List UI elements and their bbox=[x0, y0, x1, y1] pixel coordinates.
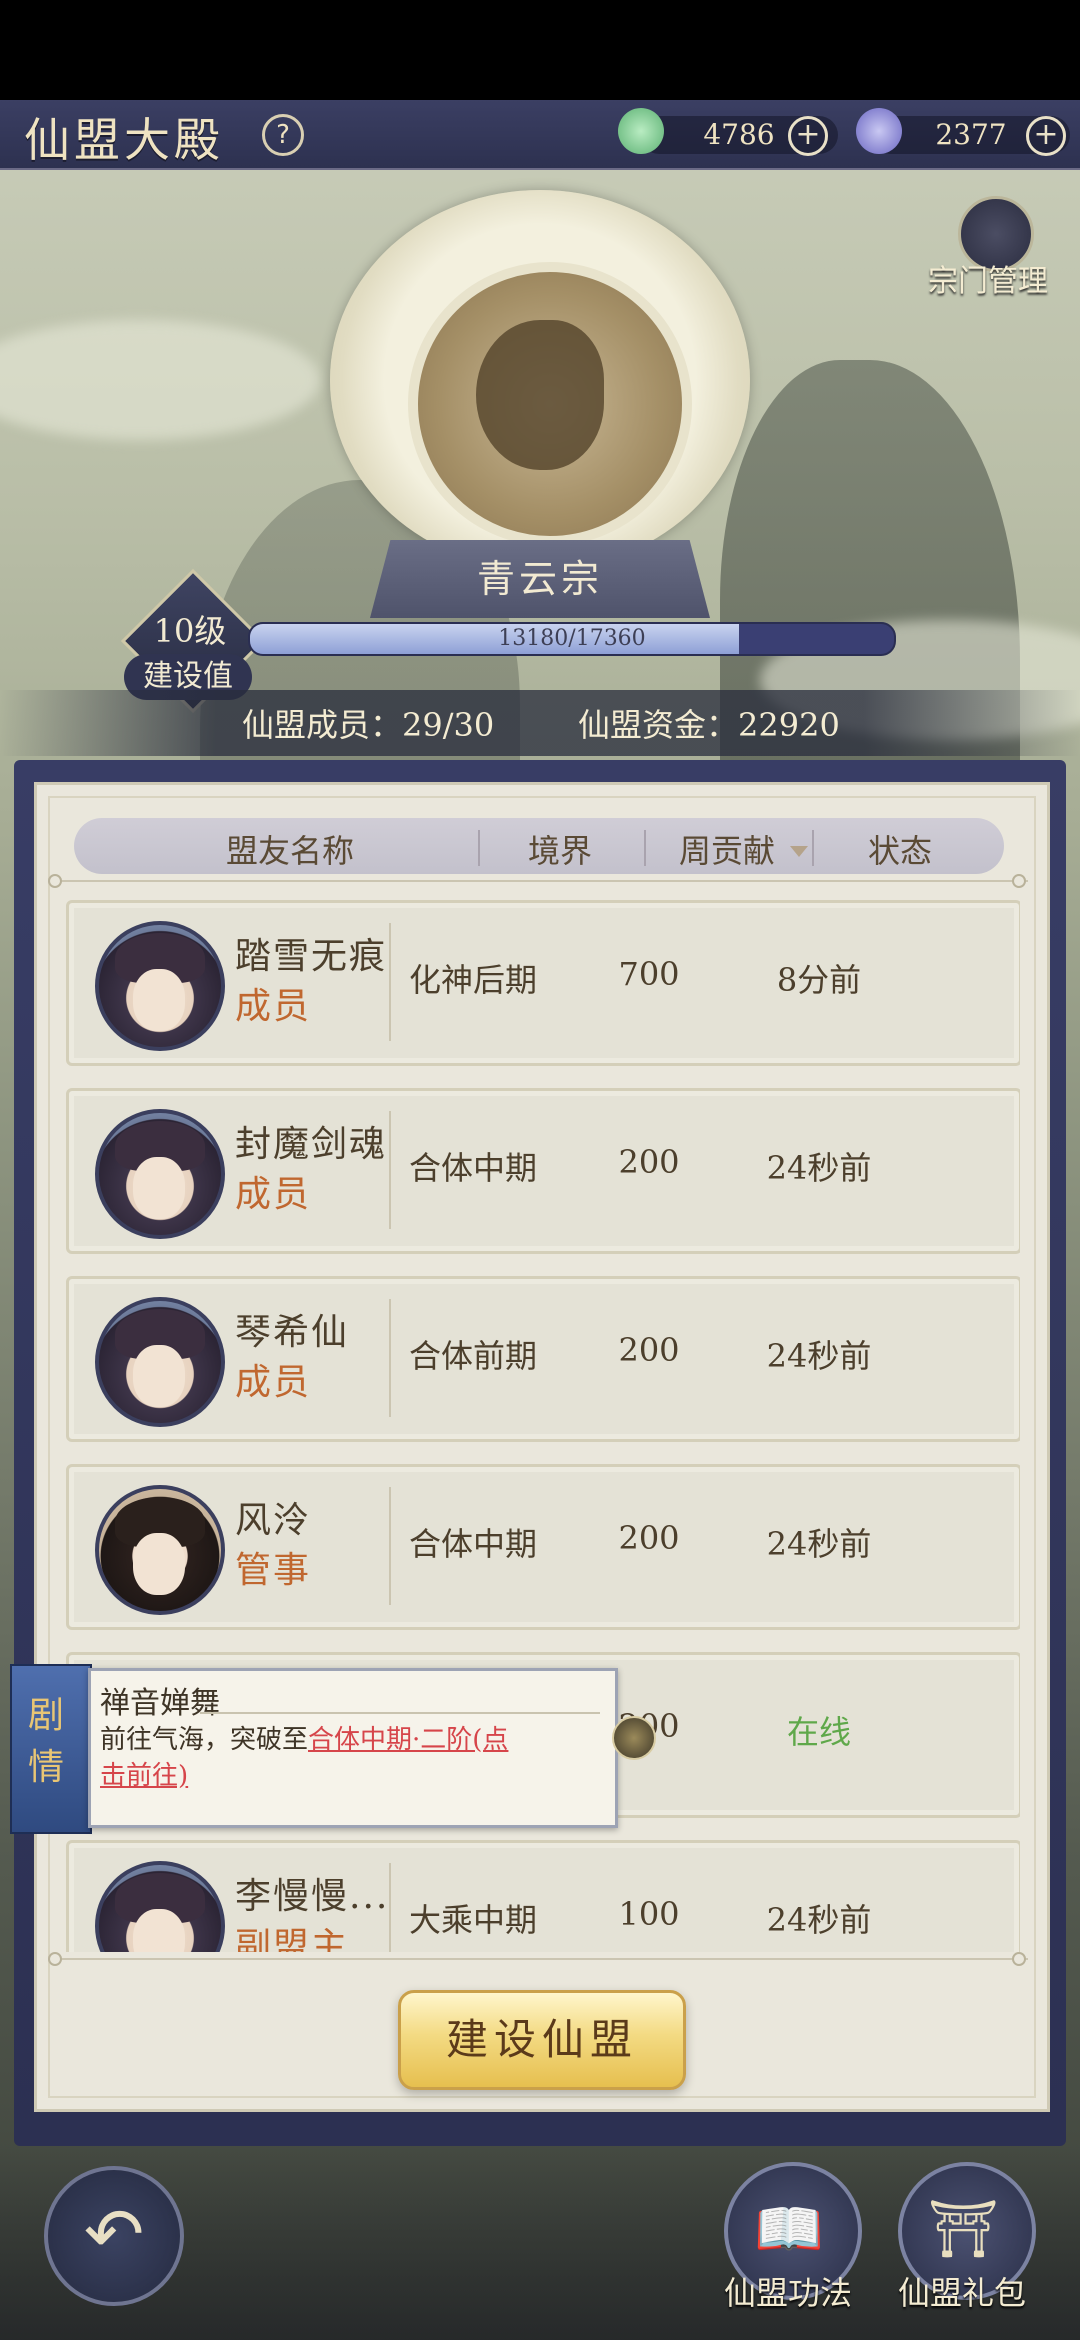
member-status: 8分前 bbox=[776, 961, 862, 999]
member-role: 副盟主 bbox=[235, 1926, 350, 1952]
table-row[interactable]: 封魔剑魂 成员 合体中期 200 24秒前 bbox=[66, 1088, 1020, 1254]
divider-dot bbox=[48, 1952, 62, 1966]
sect-manage-button[interactable]: 宗门管理 bbox=[928, 256, 1048, 300]
member-contribution: 200 bbox=[618, 1519, 680, 1557]
member-contribution: 100 bbox=[618, 1895, 680, 1933]
story-tab-label: 剧情 bbox=[27, 1695, 64, 1788]
header-divider bbox=[478, 830, 480, 866]
member-status: 24秒前 bbox=[766, 1901, 872, 1939]
header-divider bbox=[644, 830, 646, 866]
avatar bbox=[95, 1485, 225, 1615]
table-row[interactable]: 琴希仙 成员 合体前期 200 24秒前 bbox=[66, 1276, 1020, 1442]
member-status: 24秒前 bbox=[766, 1149, 872, 1187]
member-role: 成员 bbox=[235, 986, 312, 1027]
build-alliance-button[interactable]: 建设仙盟 bbox=[398, 1990, 686, 2090]
member-name: 踏雪无痕 bbox=[235, 936, 388, 977]
book-icon: 📖 bbox=[754, 2197, 824, 2262]
quest-link[interactable]: 合体中期·二阶(点 bbox=[308, 1725, 508, 1755]
row-divider bbox=[389, 1487, 391, 1605]
table-row[interactable]: 风泠 管事 合体中期 200 24秒前 bbox=[66, 1464, 1020, 1630]
row-divider bbox=[389, 1299, 391, 1417]
table-row[interactable]: 李慢慢... 副盟主 大乘中期 100 24秒前 bbox=[66, 1840, 1020, 1952]
member-contribution: 200 bbox=[618, 1331, 680, 1369]
avatar bbox=[95, 921, 225, 1051]
member-status: 在线 bbox=[786, 1713, 851, 1751]
member-status: 24秒前 bbox=[766, 1337, 872, 1375]
build-progress-text: 13180/17360 bbox=[498, 626, 646, 651]
member-role: 成员 bbox=[235, 1174, 312, 1215]
member-realm: 大乘中期 bbox=[409, 1901, 538, 1939]
member-name: 李慢慢... bbox=[235, 1876, 390, 1917]
crystal-value: 2377 bbox=[935, 118, 1007, 151]
help-icon[interactable]: ? bbox=[262, 114, 304, 156]
quest-title: 禅音婵舞 bbox=[100, 1686, 220, 1721]
sect-funds: 仙盟资金：22920 bbox=[578, 706, 840, 744]
cloud bbox=[0, 320, 320, 440]
member-realm: 合体前期 bbox=[409, 1337, 538, 1375]
avatar bbox=[95, 1109, 225, 1239]
avatar bbox=[95, 1861, 225, 1952]
quest-text: 前往气海，突破至 bbox=[100, 1725, 309, 1755]
jade-icon bbox=[618, 108, 664, 154]
jade-value: 4786 bbox=[703, 118, 775, 151]
level-text: 10级 bbox=[153, 612, 227, 650]
divider-dot bbox=[48, 874, 62, 888]
page-title: 仙盟大殿 bbox=[24, 113, 224, 167]
stats-strip bbox=[0, 690, 1080, 756]
add-crystal-button[interactable]: + bbox=[1026, 116, 1066, 156]
divider bbox=[52, 1958, 1028, 1960]
beast-emblem-icon bbox=[476, 320, 604, 470]
member-realm: 合体中期 bbox=[409, 1525, 538, 1563]
quest-link[interactable]: 击前往) bbox=[100, 1761, 188, 1791]
member-name: 琴希仙 bbox=[235, 1312, 350, 1353]
row-divider bbox=[389, 923, 391, 1041]
quest-title-divider bbox=[200, 1712, 600, 1714]
column-header-name: 盟友名称 bbox=[225, 832, 354, 870]
divider-dot bbox=[1012, 874, 1026, 888]
avatar bbox=[95, 1297, 225, 1427]
row-divider bbox=[389, 1863, 391, 1952]
back-button[interactable]: ↶ bbox=[44, 2166, 184, 2306]
column-header-realm: 境界 bbox=[527, 832, 592, 870]
quest-description: 前往气海，突破至合体中期·二阶(点 击前往) bbox=[100, 1722, 600, 1794]
alliance-gift-label[interactable]: 仙盟礼包 bbox=[872, 2268, 1052, 2314]
header-divider bbox=[812, 830, 814, 866]
member-status: 24秒前 bbox=[766, 1525, 872, 1563]
member-name: 封魔剑魂 bbox=[235, 1124, 388, 1165]
alliance-skills-label[interactable]: 仙盟功法 bbox=[698, 2268, 878, 2314]
divider bbox=[52, 880, 1028, 882]
column-header-status: 状态 bbox=[867, 832, 932, 870]
member-count: 仙盟成员：29/30 bbox=[242, 706, 495, 744]
member-contribution: 700 bbox=[618, 955, 680, 993]
column-header-contribution[interactable]: 周贡献 bbox=[660, 826, 794, 872]
sect-name-banner: 青云宗 bbox=[370, 540, 710, 618]
divider-dot bbox=[1012, 1952, 1026, 1966]
gift-icon: ⛩ bbox=[927, 2197, 999, 2262]
crystal-icon bbox=[856, 108, 902, 154]
member-name: 风泠 bbox=[235, 1500, 312, 1541]
table-row[interactable]: 踏雪无痕 成员 化神后期 700 8分前 bbox=[66, 900, 1020, 1066]
status-bar bbox=[0, 0, 1080, 100]
add-jade-button[interactable]: + bbox=[788, 116, 828, 156]
row-divider bbox=[389, 1111, 391, 1229]
build-progress-bar: 13180/17360 bbox=[248, 622, 896, 656]
member-role: 成员 bbox=[235, 1362, 312, 1403]
member-realm: 化神后期 bbox=[409, 961, 538, 999]
sort-down-icon[interactable] bbox=[790, 846, 808, 857]
member-realm: 合体中期 bbox=[409, 1149, 538, 1187]
member-contribution: 200 bbox=[618, 1143, 680, 1181]
moon-icon bbox=[612, 1716, 656, 1760]
member-role: 管事 bbox=[235, 1550, 312, 1591]
